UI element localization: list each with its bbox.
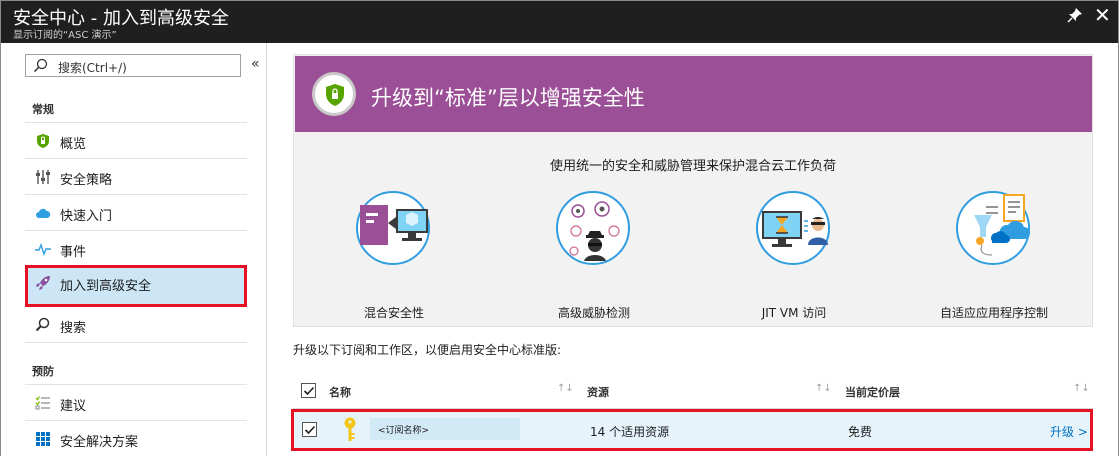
feature-label: 自适应应用程序控制 — [939, 306, 1048, 320]
sidebar-item-security-policy[interactable]: 安全策略 — [25, 159, 247, 195]
adaptive-app-icon — [956, 191, 1030, 265]
banner-headline: 升级到“标准”层以增强安全性 — [371, 86, 645, 110]
sidebar: 搜索(Ctrl+/) « 常规 概览 安全策略 快速入门 事件 加入到高级安全 — [1, 43, 267, 456]
sort-icon[interactable]: ↑↓ — [557, 383, 574, 394]
hybrid-security-icon — [356, 191, 430, 265]
feature-label: 混合安全性 — [363, 306, 424, 320]
column-header-resources[interactable]: 资源 — [587, 384, 609, 400]
collapse-sidebar-button[interactable]: « — [251, 56, 260, 72]
sidebar-item-search[interactable]: 搜索 — [25, 307, 247, 343]
key-icon — [342, 417, 358, 443]
section-label-prevention: 预防 — [32, 365, 54, 378]
title-bar: 安全中心 - 加入到高级安全 显示订阅的“ASC 演示” ✕ — [1, 1, 1118, 43]
sidebar-item-label: 事件 — [60, 245, 87, 260]
search-placeholder: 搜索(Ctrl+/) — [58, 61, 127, 75]
main-content: 升级到“标准”层以增强安全性 使用统一的安全和威胁管理来保护混合云工作负荷 混合… — [267, 43, 1118, 456]
grid-icon — [35, 431, 51, 447]
select-all-checkbox[interactable] — [301, 383, 316, 398]
close-button[interactable]: ✕ — [1094, 3, 1111, 27]
table-row[interactable]: <订阅名称> 14 个适用资源 免费 升级 > — [291, 409, 1093, 451]
sidebar-item-label: 加入到高级安全 — [60, 279, 152, 294]
sidebar-item-overview[interactable]: 概览 — [25, 123, 247, 159]
sidebar-item-recommendations[interactable]: 建议 — [25, 385, 247, 421]
policy-sliders-icon — [35, 169, 51, 185]
pin-icon[interactable] — [1067, 7, 1083, 23]
table-header: 名称 ↑↓ 资源 ↑↓ 当前定价层 ↑↓ — [293, 373, 1093, 409]
subscription-name-field: <订阅名称> — [370, 418, 520, 440]
sidebar-item-label: 概览 — [60, 137, 87, 152]
rocket-icon — [35, 275, 51, 291]
pulse-icon — [35, 241, 51, 257]
column-header-name[interactable]: 名称 — [329, 384, 351, 400]
upgrade-banner: 升级到“标准”层以增强安全性 — [295, 56, 1092, 132]
subscription-name: <订阅名称> — [378, 426, 430, 436]
search-icon — [33, 58, 49, 74]
sidebar-item-onboard-advanced-security[interactable]: 加入到高级安全 — [25, 265, 247, 307]
search-input[interactable]: 搜索(Ctrl+/) — [25, 54, 241, 77]
feature-label: 高级威胁检测 — [557, 306, 630, 320]
shield-icon — [35, 133, 51, 149]
feature-adaptive-app-control: 自适应应用程序控制 — [894, 191, 1094, 321]
row-checkbox[interactable] — [302, 422, 317, 437]
upgrade-instructions: 升级以下订阅和工作区，以便启用安全中心标准版: — [293, 343, 562, 357]
blade-subtitle: 显示订阅的“ASC 演示” — [13, 30, 117, 41]
search-icon — [35, 317, 51, 333]
sort-icon[interactable]: ↑↓ — [815, 383, 832, 394]
upgrade-link[interactable]: 升级 > — [1050, 423, 1088, 440]
threat-detection-icon — [556, 191, 630, 265]
feature-jit-vm: JIT VM 访问 — [694, 191, 894, 321]
sidebar-item-label: 安全策略 — [60, 173, 113, 188]
section-label-general: 常规 — [32, 103, 54, 116]
shield-icon — [312, 72, 356, 116]
sidebar-item-events[interactable]: 事件 — [25, 231, 247, 267]
column-header-pricing-tier[interactable]: 当前定价层 — [845, 384, 900, 400]
resource-count: 14 个适用资源 — [590, 425, 670, 439]
sidebar-item-quickstart[interactable]: 快速入门 — [25, 195, 247, 231]
feature-label: JIT VM 访问 — [761, 306, 827, 320]
checklist-icon — [35, 395, 51, 411]
jit-vm-icon — [756, 191, 830, 265]
sidebar-item-label: 搜索 — [60, 321, 87, 336]
current-pricing-tier: 免费 — [848, 425, 873, 439]
sidebar-item-label: 建议 — [60, 399, 87, 414]
sidebar-item-label: 安全解决方案 — [60, 435, 139, 450]
sidebar-item-security-solutions[interactable]: 安全解决方案 — [25, 421, 247, 456]
feature-hybrid-security: 混合安全性 — [294, 191, 494, 321]
feature-threat-detection: 高级威胁检测 — [494, 191, 694, 321]
sort-icon[interactable]: ↑↓ — [1073, 383, 1090, 394]
upgrade-card: 升级到“标准”层以增强安全性 使用统一的安全和威胁管理来保护混合云工作负荷 混合… — [293, 54, 1093, 327]
cloud-icon — [35, 205, 51, 221]
upgrade-description: 使用统一的安全和威胁管理来保护混合云工作负荷 — [549, 159, 836, 174]
sidebar-item-label: 快速入门 — [60, 209, 113, 224]
